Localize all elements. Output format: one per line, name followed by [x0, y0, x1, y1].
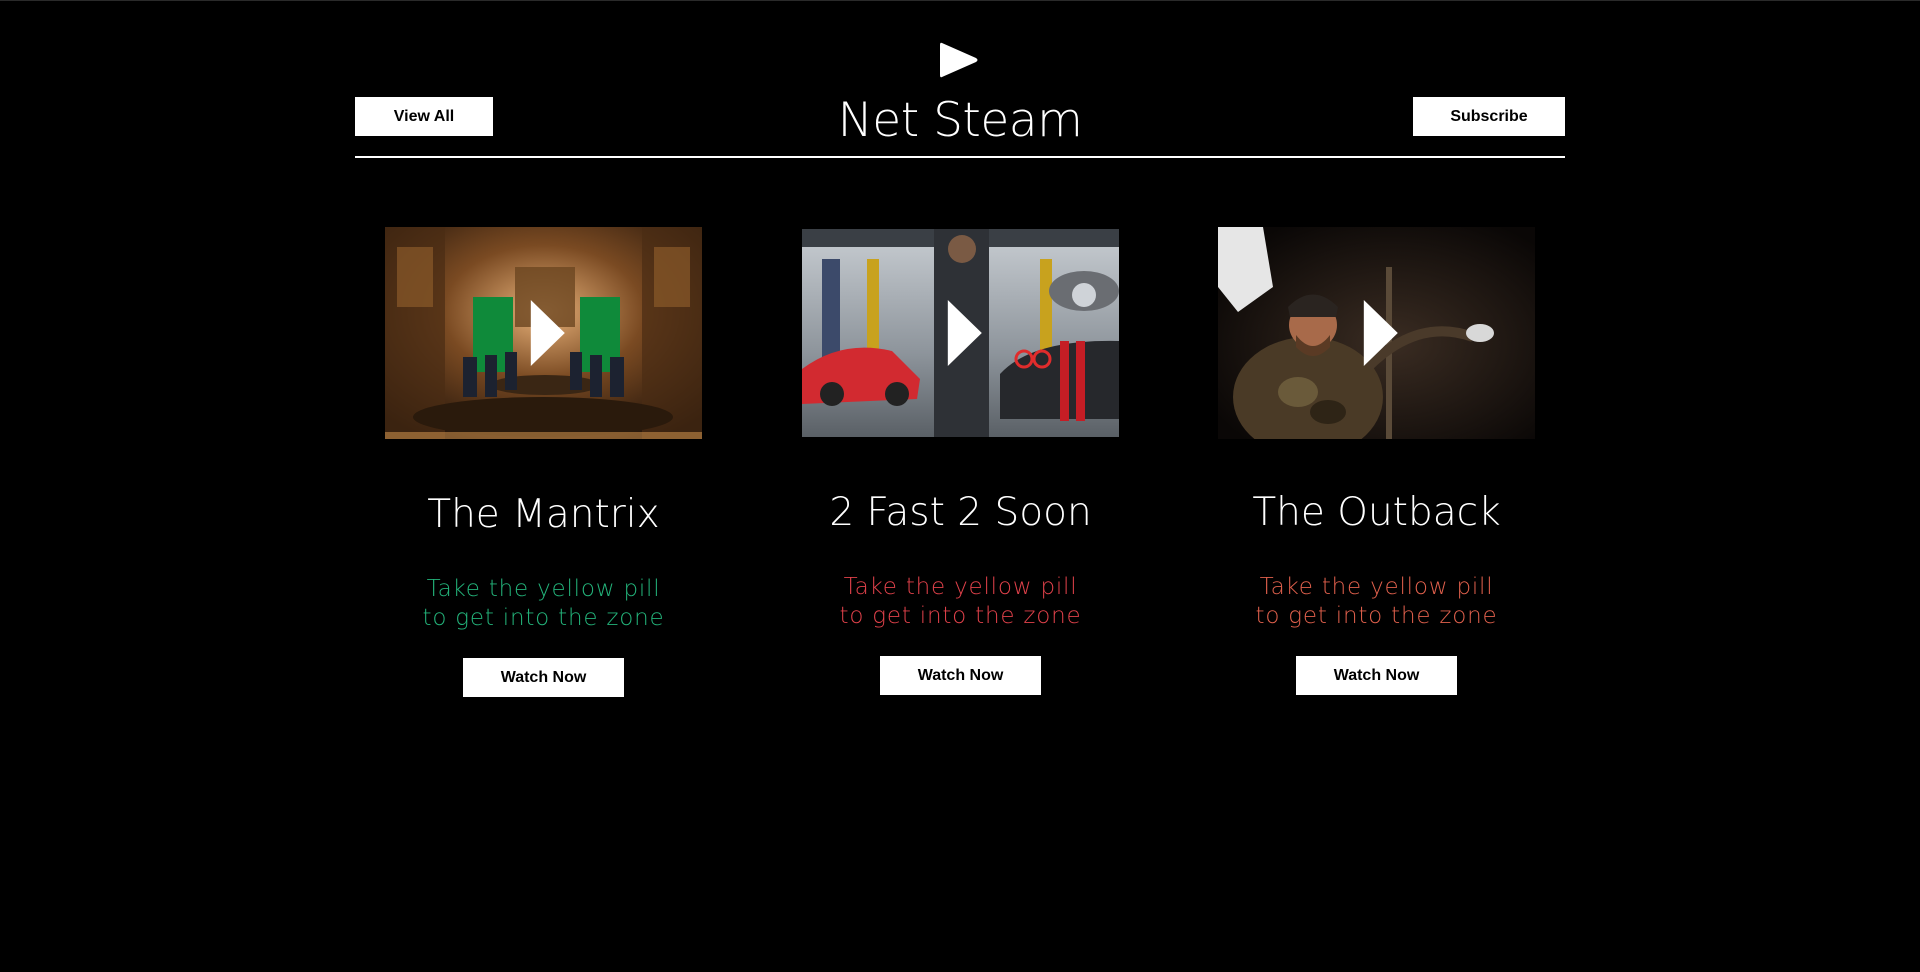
site-title: Net Steam [837, 93, 1083, 148]
play-icon [947, 300, 982, 366]
description-line: to get into the zone [422, 605, 665, 631]
movie-card-mantrix: The Mantrix Take the yellow pill to get … [385, 227, 702, 697]
description-line: Take the yellow pill [843, 574, 1078, 600]
description-line: Take the yellow pill [426, 576, 661, 602]
movie-card-outback: The Outback Take the yellow pill to get … [1218, 227, 1535, 695]
movie-thumbnail[interactable] [385, 227, 702, 439]
movie-thumbnail[interactable] [1218, 227, 1535, 439]
description-line: Take the yellow pill [1259, 574, 1494, 600]
play-icon [530, 300, 565, 366]
movie-title: The Mantrix [427, 492, 660, 537]
play-icon [940, 42, 978, 78]
description-line: to get into the zone [1255, 603, 1498, 629]
subscribe-button[interactable]: Subscribe [1413, 97, 1565, 136]
watch-now-button[interactable]: Watch Now [463, 658, 624, 697]
header-divider [355, 156, 1565, 158]
description-line: to get into the zone [839, 603, 1082, 629]
movie-description: Take the yellow pill to get into the zon… [1218, 573, 1535, 631]
movie-card-2-fast-2-soon: 2 Fast 2 Soon Take the yellow pill to ge… [802, 229, 1119, 695]
watch-now-button[interactable]: Watch Now [880, 656, 1041, 695]
site-header: View All Net Steam Subscribe [355, 1, 1565, 159]
play-icon [1363, 300, 1398, 366]
movie-description: Take the yellow pill to get into the zon… [385, 575, 702, 633]
movie-title: The Outback [1252, 490, 1501, 535]
movie-title: 2 Fast 2 Soon [829, 490, 1092, 535]
movie-description: Take the yellow pill to get into the zon… [802, 573, 1119, 631]
watch-now-button[interactable]: Watch Now [1296, 656, 1457, 695]
movie-thumbnail[interactable] [802, 229, 1119, 437]
